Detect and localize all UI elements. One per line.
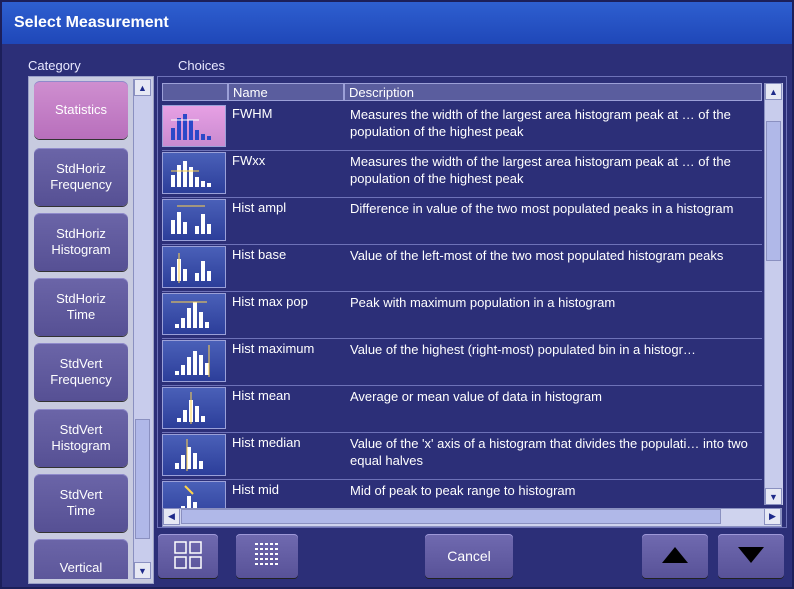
choices-label: Choices bbox=[178, 58, 225, 73]
select-measurement-dialog: Select Measurement Category Choices Stat… bbox=[0, 0, 794, 589]
row-description: Difference in value of the two most popu… bbox=[350, 201, 734, 216]
hist-mean-icon bbox=[162, 387, 226, 429]
category-panel: Statistics StdHoriz Frequency StdHoriz H… bbox=[28, 76, 154, 584]
category-stdvert-histogram[interactable]: StdVert Histogram bbox=[34, 409, 128, 467]
row-name: Hist ampl bbox=[232, 200, 287, 215]
row-description: Measures the width of the largest area h… bbox=[350, 107, 731, 139]
window-title: Select Measurement bbox=[2, 2, 792, 44]
row-description: Peak with maximum population in a histog… bbox=[350, 295, 616, 310]
hist-median-icon bbox=[162, 434, 226, 476]
row-name: FWxx bbox=[232, 153, 266, 168]
hist-max-pop-icon bbox=[162, 293, 226, 335]
row-name: Hist max pop bbox=[232, 294, 308, 309]
row-name: FWHM bbox=[232, 106, 273, 121]
choices-table: Name Description FWHM Measures the width… bbox=[157, 76, 787, 528]
table-row[interactable]: FWxx Measures the width of the largest a… bbox=[162, 150, 762, 198]
row-description: Average or mean value of data in histogr… bbox=[350, 389, 602, 404]
row-description: Value of the left-most of the two most p… bbox=[350, 248, 724, 263]
row-description: Measures the width of the largest area h… bbox=[350, 154, 731, 186]
list-view-button[interactable] bbox=[236, 534, 298, 578]
table-row[interactable]: Hist maximum Value of the highest (right… bbox=[162, 338, 762, 386]
choices-vertical-thumb[interactable] bbox=[766, 121, 781, 261]
category-statistics[interactable]: Statistics bbox=[34, 81, 128, 139]
row-name: Hist median bbox=[232, 435, 301, 450]
icon-column-header bbox=[162, 83, 228, 101]
table-row[interactable]: Hist ampl Difference in value of the two… bbox=[162, 197, 762, 245]
row-name: Hist mean bbox=[232, 388, 291, 403]
up-arrow-icon bbox=[660, 545, 690, 568]
scroll-up-icon[interactable]: ▲ bbox=[765, 83, 782, 100]
page-down-button[interactable] bbox=[718, 534, 784, 578]
category-list: Statistics StdHoriz Frequency StdHoriz H… bbox=[31, 79, 131, 579]
fwxx-icon bbox=[162, 152, 226, 194]
category-stdhoriz-frequency[interactable]: StdHoriz Frequency bbox=[34, 148, 128, 206]
category-stdvert-time[interactable]: StdVert Time bbox=[34, 474, 128, 532]
row-description: Value of the highest (right-most) popula… bbox=[350, 342, 696, 357]
choices-horizontal-scrollbar[interactable]: ◀ ▶ bbox=[162, 508, 782, 527]
grid-view-button[interactable] bbox=[158, 534, 218, 578]
category-scroll-thumb[interactable] bbox=[135, 419, 150, 539]
grid-view-icon bbox=[173, 540, 203, 573]
description-column-header[interactable]: Description bbox=[344, 83, 762, 101]
page-up-button[interactable] bbox=[642, 534, 708, 578]
hist-base-icon bbox=[162, 246, 226, 288]
hist-mid-icon bbox=[162, 481, 226, 511]
cancel-button[interactable]: Cancel bbox=[425, 534, 513, 578]
row-name: Hist maximum bbox=[232, 341, 315, 356]
scroll-right-icon[interactable]: ▶ bbox=[764, 508, 781, 525]
list-view-icon bbox=[252, 540, 282, 573]
category-stdhoriz-time[interactable]: StdHoriz Time bbox=[34, 278, 128, 336]
table-row[interactable]: Hist mean Average or mean value of data … bbox=[162, 385, 762, 433]
row-description: Value of the 'x' axis of a histogram tha… bbox=[350, 436, 748, 468]
row-name: Hist base bbox=[232, 247, 287, 262]
hist-ampl-icon bbox=[162, 199, 226, 241]
table-row[interactable]: Hist median Value of the 'x' axis of a h… bbox=[162, 432, 762, 480]
category-vertical[interactable]: Vertical bbox=[34, 539, 128, 579]
category-stdvert-frequency[interactable]: StdVert Frequency bbox=[34, 343, 128, 401]
category-scrollbar[interactable]: ▲ ▼ bbox=[133, 79, 152, 579]
table-row[interactable]: FWHM Measures the width of the largest a… bbox=[162, 103, 762, 151]
row-name: Hist mid bbox=[232, 482, 279, 497]
category-label: Category bbox=[28, 58, 81, 73]
hist-maximum-icon bbox=[162, 340, 226, 382]
down-arrow-icon bbox=[736, 545, 766, 568]
name-column-header[interactable]: Name bbox=[228, 83, 344, 101]
choices-horizontal-thumb[interactable] bbox=[181, 509, 721, 524]
fwhm-icon bbox=[162, 105, 226, 147]
row-description: Mid of peak to peak range to histogram bbox=[350, 483, 576, 498]
scroll-down-icon[interactable]: ▼ bbox=[134, 562, 151, 579]
scroll-up-icon[interactable]: ▲ bbox=[134, 79, 151, 96]
choices-vertical-scrollbar[interactable]: ▲ ▼ bbox=[764, 83, 783, 505]
table-row[interactable]: Hist base Value of the left-most of the … bbox=[162, 244, 762, 292]
scroll-left-icon[interactable]: ◀ bbox=[163, 508, 180, 525]
category-stdhoriz-histogram[interactable]: StdHoriz Histogram bbox=[34, 213, 128, 271]
table-row[interactable]: Hist max pop Peak with maximum populatio… bbox=[162, 291, 762, 339]
choices-rows: FWHM Measures the width of the largest a… bbox=[162, 103, 762, 511]
scroll-down-icon[interactable]: ▼ bbox=[765, 488, 782, 505]
table-row[interactable]: Hist mid Mid of peak to peak range to hi… bbox=[162, 479, 762, 511]
